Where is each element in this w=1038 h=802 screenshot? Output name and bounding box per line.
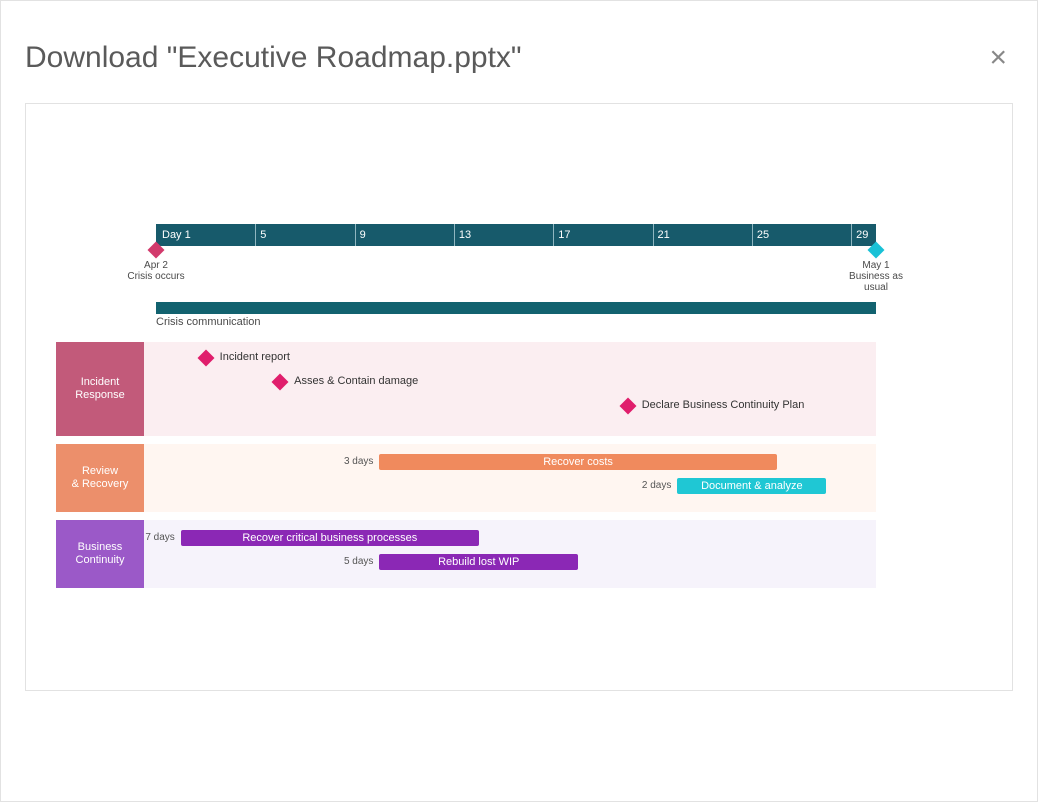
diamond-icon — [868, 242, 885, 259]
timeline-tick: 17 — [553, 224, 570, 246]
task-duration-recover-processes: 7 days — [131, 532, 175, 543]
crisis-communication-bar — [156, 302, 876, 314]
task-bar-document-analyze: Document & analyze — [677, 478, 826, 494]
roadmap-canvas: Day 1 5 9 13 17 21 25 29 Apr 2Crisis occurs May 1… — [56, 124, 982, 670]
task-bar-recover-processes: Recover critical business processes — [181, 530, 479, 546]
milestone-date: May 1 — [836, 260, 916, 271]
task-label-assess-contain: Asses & Contain damage — [294, 375, 418, 387]
modal-page: Download "Executive Roadmap.pptx" × Day … — [0, 0, 1038, 802]
timeline-tick: 9 — [355, 224, 366, 246]
lane-label-incident-response: IncidentResponse — [56, 342, 144, 436]
task-label-declare-bcp: Declare Business Continuity Plan — [642, 399, 805, 411]
task-bar-recover-costs: Recover costs — [379, 454, 776, 470]
timeline-tick: 29 — [851, 224, 868, 246]
milestone-date: Apr 2 — [116, 260, 196, 271]
page-title: Download "Executive Roadmap.pptx" — [25, 41, 522, 75]
timeline-tick-first: Day 1 — [156, 224, 191, 246]
crisis-communication-label: Crisis communication — [156, 316, 261, 328]
title-row: Download "Executive Roadmap.pptx" × — [25, 41, 1013, 75]
modal-panel: Download "Executive Roadmap.pptx" × Day … — [25, 41, 1013, 691]
task-bar-rebuild-wip: Rebuild lost WIP — [379, 554, 578, 570]
timeline-tick: 21 — [653, 224, 670, 246]
milestone-label: Business as usual — [836, 271, 916, 293]
milestone-label: Crisis occurs — [116, 271, 196, 282]
timeline-scale: Day 1 5 9 13 17 21 25 29 — [156, 224, 876, 246]
diamond-icon — [148, 242, 165, 259]
lane-label-business-continuity: BusinessContinuity — [56, 520, 144, 588]
milestone-business-usual: May 1Business as usual — [836, 244, 916, 293]
roadmap-preview-frame: Day 1 5 9 13 17 21 25 29 Apr 2Crisis occurs May 1… — [25, 103, 1013, 691]
timeline-tick: 13 — [454, 224, 471, 246]
task-label-incident-report: Incident report — [220, 351, 290, 363]
lane-label-review-recovery: Review& Recovery — [56, 444, 144, 512]
task-duration-document-analyze: 2 days — [627, 480, 671, 491]
timeline-tick: 25 — [752, 224, 769, 246]
task-duration-rebuild-wip: 5 days — [329, 556, 373, 567]
close-icon[interactable]: × — [983, 43, 1013, 73]
task-duration-recover-costs: 3 days — [329, 456, 373, 467]
timeline-tick: 5 — [255, 224, 266, 246]
milestone-crisis-occurs: Apr 2Crisis occurs — [116, 244, 196, 282]
